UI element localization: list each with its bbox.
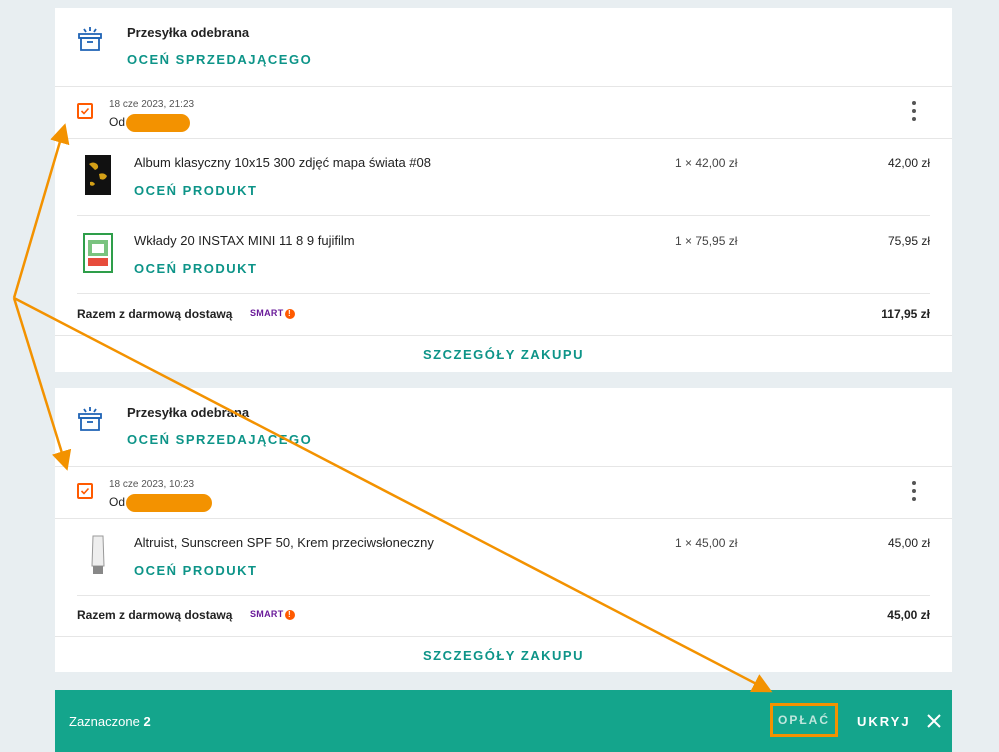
product-price: 75,95 zł (887, 234, 930, 248)
order-seller-label: Od (109, 495, 126, 509)
product-name[interactable]: Album klasyczny 10x15 300 zdjęć mapa świ… (134, 155, 431, 170)
photo-album-icon (85, 155, 111, 195)
selected-count: 2 (143, 714, 151, 729)
checkmark-icon (80, 107, 90, 115)
shipment-status-row: Przesyłka odebrana OCEŃ SPRZEDAJĄCEGO (55, 8, 952, 87)
list-item: Album klasyczny 10x15 300 zdjęć mapa świ… (55, 138, 952, 216)
list-item: Wkłady 20 INSTAX MINI 11 8 9 fujifilm OC… (55, 216, 952, 294)
order-header: 18 cze 2023, 10:23 Od (55, 466, 952, 519)
purchase-details-link[interactable]: SZCZEGÓŁY ZAKUPU (55, 347, 952, 362)
rate-seller-link[interactable]: OCEŃ SPRZEDAJĄCEGO (127, 432, 312, 447)
more-options-icon[interactable] (912, 101, 916, 121)
shipment-status-row: Przesyłka odebrana OCEŃ SPRZEDAJĄCEGO (55, 388, 952, 467)
order-total-row: Razem z darmową dostawą SMART! 45,00 zł (55, 596, 952, 637)
selected-count-label: Zaznaczone 2 (69, 714, 151, 729)
list-item: Altruist, Sunscreen SPF 50, Krem przeciw… (55, 518, 952, 596)
smart-badge: SMART! (250, 308, 295, 319)
order-checkbox[interactable] (77, 483, 93, 499)
rate-product-link[interactable]: OCEŃ PRODUKT (134, 563, 257, 578)
pay-button[interactable]: OPŁAĆ (770, 703, 838, 737)
package-received-icon (78, 407, 102, 431)
selection-action-bar: Zaznaczone 2 OPŁAĆ UKRYJ (55, 690, 952, 752)
checkmark-icon (80, 487, 90, 495)
product-quantity: 1 × 42,00 zł (675, 156, 738, 170)
product-quantity: 1 × 75,95 zł (675, 234, 738, 248)
order-header: 18 cze 2023, 21:23 Od (55, 86, 952, 139)
redacted-seller-name (126, 494, 212, 512)
redacted-seller-name (126, 114, 190, 132)
rate-seller-link[interactable]: OCEŃ SPRZEDAJĄCEGO (127, 52, 312, 67)
order-total-row: Razem z darmową dostawą SMART! 117,95 zł (55, 295, 952, 336)
order-seller-label: Od (109, 115, 126, 129)
product-name[interactable]: Wkłady 20 INSTAX MINI 11 8 9 fujifilm (134, 233, 355, 248)
product-price: 42,00 zł (887, 156, 930, 170)
order-date: 18 cze 2023, 21:23 (109, 99, 195, 110)
order-date: 18 cze 2023, 10:23 (109, 479, 195, 490)
order-card: Przesyłka odebrana OCEŃ SPRZEDAJĄCEGO 18… (55, 388, 952, 672)
rate-product-link[interactable]: OCEŃ PRODUKT (134, 183, 257, 198)
instax-film-icon (83, 233, 113, 273)
hide-button[interactable]: UKRYJ (857, 714, 911, 729)
product-price: 45,00 zł (887, 536, 930, 550)
purchase-details-link[interactable]: SZCZEGÓŁY ZAKUPU (55, 648, 952, 663)
shipment-status: Przesyłka odebrana (127, 405, 250, 420)
sunscreen-tube-icon (91, 535, 105, 574)
total-value: 117,95 zł (881, 307, 930, 321)
order-checkbox[interactable] (77, 103, 93, 119)
order-card: Przesyłka odebrana OCEŃ SPRZEDAJĄCEGO 18… (55, 8, 952, 372)
total-value: 45,00 zł (887, 608, 930, 622)
package-received-icon (78, 27, 102, 51)
close-icon[interactable] (926, 713, 942, 729)
total-label: Razem z darmową dostawą (77, 307, 233, 321)
product-name[interactable]: Altruist, Sunscreen SPF 50, Krem przeciw… (134, 535, 434, 550)
product-quantity: 1 × 45,00 zł (675, 536, 738, 550)
total-label: Razem z darmową dostawą (77, 608, 233, 622)
more-options-icon[interactable] (912, 481, 916, 501)
smart-badge: SMART! (250, 609, 295, 620)
rate-product-link[interactable]: OCEŃ PRODUKT (134, 261, 257, 276)
shipment-status: Przesyłka odebrana (127, 25, 250, 40)
